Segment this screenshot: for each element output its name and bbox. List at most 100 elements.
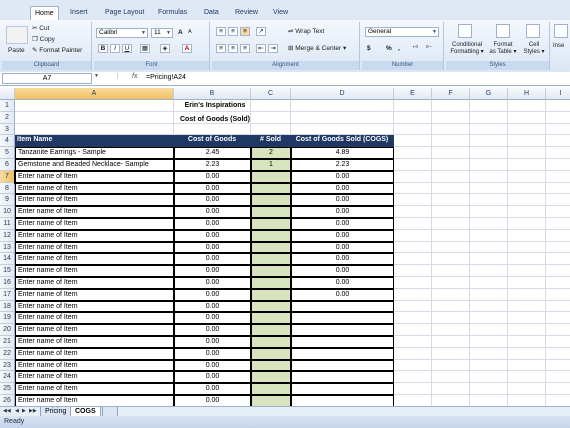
tab-formulas[interactable]: Formulas — [154, 6, 191, 20]
cell[interactable] — [470, 383, 508, 395]
cogs-cell[interactable]: 0.00 — [291, 194, 394, 207]
cost-cell[interactable]: 2.23 — [174, 159, 251, 171]
sold-cell[interactable] — [251, 300, 291, 313]
cogs-cell[interactable]: 0.00 — [291, 277, 394, 289]
cell[interactable] — [546, 383, 570, 395]
fill-color-icon[interactable]: ◈ — [160, 44, 170, 53]
cell[interactable] — [470, 194, 508, 207]
cell[interactable] — [470, 265, 508, 277]
cell[interactable] — [508, 100, 546, 112]
cell[interactable] — [508, 288, 546, 301]
cell[interactable] — [432, 170, 470, 183]
cogs-cell[interactable]: 0.00 — [291, 218, 394, 230]
cut-button[interactable]: ✂ Cut — [32, 24, 49, 33]
cell[interactable] — [291, 100, 394, 112]
row-header[interactable]: 16 — [0, 277, 15, 289]
cogs-cell[interactable]: 2.23 — [291, 159, 394, 171]
cell[interactable] — [546, 147, 570, 159]
cost-cell[interactable]: 0.00 — [174, 288, 251, 301]
cost-cell[interactable]: 0.00 — [174, 371, 251, 384]
cell[interactable] — [432, 100, 470, 112]
cell[interactable] — [394, 253, 432, 266]
increase-indent-icon[interactable]: ⇥ — [268, 44, 278, 53]
copy-button[interactable]: ❐ Copy — [32, 35, 55, 44]
column-header-h[interactable]: H — [508, 88, 546, 100]
cell[interactable] — [470, 324, 508, 336]
cost-cell[interactable]: 0.00 — [174, 206, 251, 218]
font-name-select[interactable]: Calibri ▼ — [96, 28, 148, 38]
cogs-cell[interactable]: 0.00 — [291, 241, 394, 254]
row-header[interactable]: 14 — [0, 253, 15, 266]
cell[interactable] — [470, 111, 508, 124]
cell[interactable] — [546, 253, 570, 266]
cell[interactable] — [546, 395, 570, 406]
sold-cell[interactable] — [251, 265, 291, 277]
cell[interactable] — [470, 123, 508, 136]
tab-page-layout[interactable]: Page Layout — [101, 6, 148, 20]
row-header[interactable]: 13 — [0, 241, 15, 254]
cell[interactable] — [546, 242, 570, 254]
cell[interactable] — [432, 395, 470, 406]
function-icon[interactable]: fx — [132, 73, 137, 80]
cell[interactable] — [394, 170, 432, 183]
sold-cell[interactable]: 1 — [251, 159, 291, 171]
cell[interactable] — [432, 159, 470, 171]
cell[interactable] — [546, 312, 570, 325]
cell[interactable] — [394, 206, 432, 218]
cell[interactable] — [470, 159, 508, 171]
cell[interactable] — [394, 371, 432, 384]
row-header[interactable]: 24 — [0, 371, 15, 384]
sold-cell[interactable] — [251, 241, 291, 254]
comma-button[interactable]: , — [398, 44, 400, 53]
header-item-name[interactable]: Item Name — [15, 135, 174, 148]
cell[interactable] — [470, 395, 508, 406]
first-sheet-icon[interactable]: ◀◀ — [3, 408, 11, 414]
cost-cell[interactable]: 0.00 — [174, 265, 251, 277]
cell[interactable] — [291, 111, 394, 124]
cell[interactable] — [432, 218, 470, 230]
cell[interactable] — [394, 324, 432, 336]
row-header[interactable]: 19 — [0, 312, 15, 325]
cell[interactable] — [470, 288, 508, 301]
cost-cell[interactable]: 0.00 — [174, 383, 251, 395]
cogs-cell[interactable] — [291, 371, 394, 384]
column-header-b[interactable]: B — [174, 88, 251, 100]
next-sheet-icon[interactable]: ▶ — [22, 408, 26, 414]
format-as-table-icon[interactable] — [496, 24, 510, 38]
increase-decimal-icon[interactable]: ⁺⁰ — [412, 44, 418, 53]
cost-cell[interactable]: 0.00 — [174, 359, 251, 372]
row-header[interactable]: 15 — [0, 265, 15, 277]
cell[interactable] — [432, 253, 470, 266]
row-header[interactable]: 23 — [0, 359, 15, 372]
cell[interactable] — [470, 336, 508, 348]
cell-styles-button[interactable]: Cell Styles ▾ — [520, 42, 548, 56]
cell[interactable] — [508, 277, 546, 289]
item-name-cell[interactable]: Enter name of Item — [15, 182, 174, 195]
worksheet-grid[interactable]: ABCDEFGHI 1 2 3 Erin's Inspirations Cost of … — [0, 88, 570, 406]
align-left-icon[interactable]: ≡ — [216, 44, 226, 53]
cost-cell[interactable]: 0.00 — [174, 395, 251, 406]
sold-cell[interactable] — [251, 383, 291, 395]
align-top-icon[interactable]: ≡ — [216, 27, 226, 36]
item-name-cell[interactable]: Enter name of Item — [15, 241, 174, 254]
sold-cell[interactable] — [251, 347, 291, 360]
cell[interactable] — [470, 147, 508, 159]
item-name-cell[interactable]: Gemstone and Beaded Necklace- Sample — [15, 159, 174, 171]
sold-cell[interactable] — [251, 194, 291, 207]
cost-cell[interactable]: 0.00 — [174, 300, 251, 313]
cost-cell[interactable]: 0.00 — [174, 336, 251, 348]
cost-cell[interactable]: 0.00 — [174, 312, 251, 325]
cell[interactable] — [508, 324, 546, 336]
cell[interactable] — [508, 265, 546, 277]
cell-styles-icon[interactable] — [526, 24, 540, 38]
sold-cell[interactable] — [251, 170, 291, 183]
cell[interactable] — [546, 194, 570, 207]
cell[interactable] — [470, 170, 508, 183]
cell[interactable] — [432, 111, 470, 124]
sold-cell[interactable] — [251, 336, 291, 348]
paste-button[interactable]: Paste — [8, 46, 25, 55]
item-name-cell[interactable]: Enter name of Item — [15, 347, 174, 360]
cell[interactable] — [508, 336, 546, 348]
cogs-cell[interactable]: 4.89 — [291, 147, 394, 159]
cell[interactable] — [394, 123, 432, 136]
